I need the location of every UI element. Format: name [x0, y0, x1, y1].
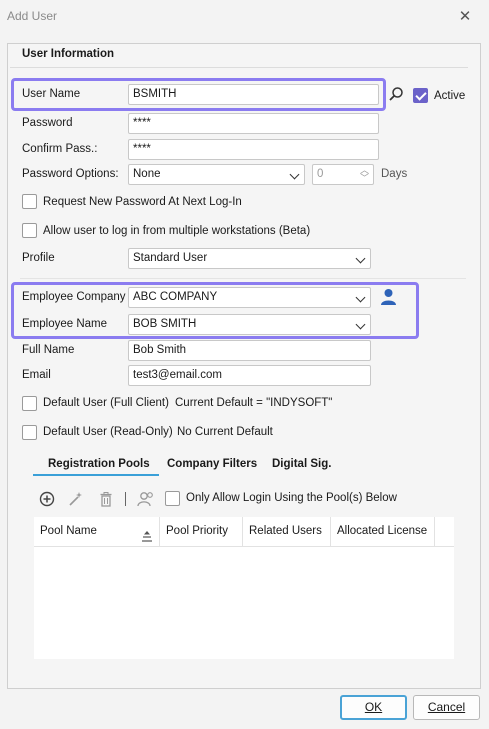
employee-company-label: Employee Company [22, 291, 126, 303]
users-icon[interactable] [137, 491, 155, 507]
password-options-label: Password Options: [22, 168, 119, 180]
group-divider [10, 67, 468, 68]
email-label: Email [22, 369, 51, 381]
employee-name-label: Employee Name [22, 318, 108, 330]
toolbar-separator [125, 492, 126, 506]
days-value: 0 [317, 168, 324, 180]
password-options-value: None [133, 168, 161, 180]
user-name-label: User Name [22, 88, 81, 100]
ok-button[interactable]: OK [340, 695, 407, 720]
confirm-password-label: Confirm Pass.: [22, 143, 98, 155]
trash-icon[interactable] [98, 491, 114, 507]
multi-workstation-label: Allow user to log in from multiple works… [43, 225, 311, 237]
user-icon[interactable] [380, 288, 397, 306]
default-full-client-label: Default User (Full Client) [43, 397, 169, 409]
active-tab-indicator [33, 474, 159, 476]
pool-table-header: Pool Name Pool Priority Related Users Al… [34, 517, 454, 547]
profile-select[interactable]: Standard User [128, 248, 371, 269]
column-pool-name[interactable]: Pool Name [34, 517, 160, 547]
confirm-password-input[interactable]: **** [128, 139, 379, 160]
only-allow-pool-label: Only Allow Login Using the Pool(s) Below [186, 492, 397, 504]
password-options-select[interactable]: None [128, 164, 305, 185]
default-full-client-note: Current Default = "INDYSOFT" [175, 397, 333, 409]
password-input[interactable]: **** [128, 113, 379, 134]
wand-icon[interactable] [67, 491, 83, 507]
column-allocated-license[interactable]: Allocated License [331, 517, 435, 547]
title-bar [0, 0, 489, 34]
password-label: Password [22, 117, 73, 129]
column-related-users[interactable]: Related Users [243, 517, 331, 547]
days-spinner[interactable]: 0 ︿ ﹀ [312, 164, 374, 185]
chevron-down-icon [289, 169, 300, 180]
request-new-password-label: Request New Password At Next Log-In [43, 196, 242, 208]
column-pool-name-label: Pool Name [40, 525, 97, 537]
profile-value: Standard User [133, 252, 208, 264]
group-title: User Information [22, 48, 115, 60]
full-name-label: Full Name [22, 344, 75, 356]
full-name-input[interactable]: Bob Smith [128, 340, 371, 361]
search-icon[interactable] [388, 86, 404, 102]
active-label: Active [434, 90, 466, 102]
default-read-only-note: No Current Default [177, 426, 273, 438]
window-title: Add User [7, 9, 58, 23]
sort-icon[interactable] [141, 525, 153, 542]
default-full-client-checkbox[interactable] [22, 396, 37, 411]
employee-name-value: BOB SMITH [133, 318, 197, 330]
ok-label: OK [364, 700, 383, 714]
active-checkbox[interactable] [413, 88, 428, 103]
default-read-only-label: Default User (Read-Only) [43, 426, 173, 438]
section-divider [20, 278, 466, 279]
tab-registration-pools[interactable]: Registration Pools [48, 458, 150, 470]
user-name-input[interactable]: BSMITH [128, 84, 379, 105]
column-pool-priority[interactable]: Pool Priority [160, 517, 243, 547]
spinner-icon[interactable]: ︿ ﹀ [360, 166, 369, 183]
cancel-button[interactable]: Cancel [413, 695, 480, 720]
multi-workstation-checkbox[interactable] [22, 223, 37, 238]
employee-name-select[interactable]: BOB SMITH [128, 314, 371, 335]
pool-table-body[interactable] [34, 547, 454, 659]
chevron-down-icon [355, 319, 366, 330]
close-icon[interactable]: ✕ [456, 8, 474, 26]
default-read-only-checkbox[interactable] [22, 425, 37, 440]
employee-company-value: ABC COMPANY [133, 291, 218, 303]
chevron-down-icon [355, 253, 366, 264]
days-label: Days [381, 168, 408, 180]
employee-company-select[interactable]: ABC COMPANY [128, 287, 371, 308]
chevron-down-icon [355, 292, 366, 303]
only-allow-pool-checkbox[interactable] [165, 491, 180, 506]
email-input[interactable]: test3@email.com [128, 365, 371, 386]
tab-digital-sig[interactable]: Digital Sig. [272, 458, 331, 470]
profile-label: Profile [22, 252, 55, 264]
add-icon[interactable] [39, 491, 55, 507]
cancel-label: Cancel [427, 700, 466, 714]
request-new-password-checkbox[interactable] [22, 194, 37, 209]
tab-company-filters[interactable]: Company Filters [167, 458, 257, 470]
